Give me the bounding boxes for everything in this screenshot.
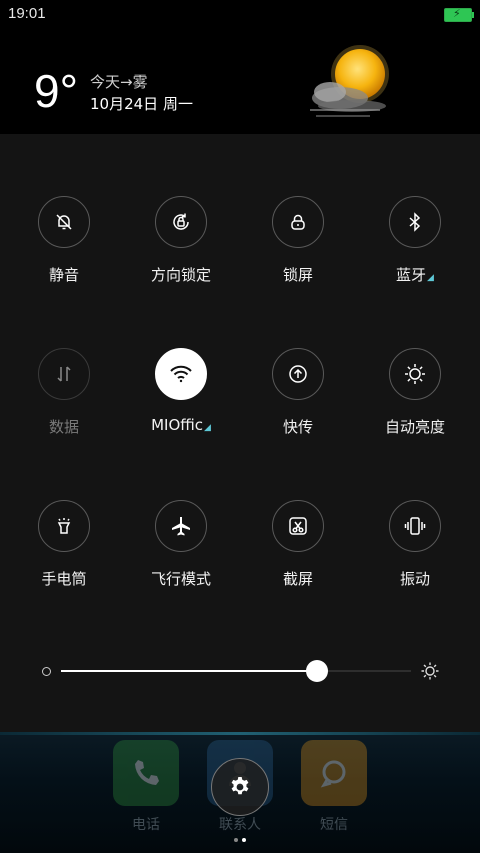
toggle-label: 快传 <box>282 418 313 436</box>
fog-weather-icon <box>300 36 400 126</box>
brightness-slider[interactable] <box>36 660 446 684</box>
toggle-label: 静音 <box>48 266 79 284</box>
toggle-flashlight[interactable]: 手电筒 <box>6 500 122 610</box>
status-bar: 19:01 ⚡ <box>0 0 480 28</box>
mobile-data-icon <box>38 348 90 400</box>
dock-divider <box>0 732 480 735</box>
wifi-icon <box>155 348 207 400</box>
brightness-fill <box>61 670 317 672</box>
status-time: 19:01 <box>8 5 46 22</box>
toggle-vibrate[interactable]: 振动 <box>357 500 473 610</box>
message-app-icon[interactable] <box>301 740 367 806</box>
phone-app-icon[interactable] <box>113 740 179 806</box>
quick-settings-panel: 静音 方向锁定 锁屏 蓝牙◢ 数据 MIOffic◢ 快传 自动亮度 手电筒 飞… <box>0 134 480 732</box>
toggle-screenshot[interactable]: 截屏 <box>240 500 356 610</box>
toggle-rotation-lock[interactable]: 方向锁定 <box>123 196 239 306</box>
auto-brightness-icon <box>389 348 441 400</box>
screenshot-icon <box>272 500 324 552</box>
toggle-auto-brightness[interactable]: 自动亮度 <box>357 348 473 458</box>
menu-indicator-icon: ◢ <box>427 273 434 283</box>
page-dot-active <box>242 838 246 842</box>
gear-icon <box>231 777 249 795</box>
toggle-label: 方向锁定 <box>150 266 211 284</box>
toggle-mute[interactable]: 静音 <box>6 196 122 306</box>
page-dot <box>234 838 238 842</box>
settings-button[interactable] <box>211 758 269 816</box>
toggle-label: 蓝牙◢ <box>396 266 434 284</box>
weather-header[interactable]: 9° 今天→雾 10月24日 周一 <box>0 28 480 134</box>
toggle-label: 振动 <box>399 570 430 588</box>
toggle-label: 自动亮度 <box>384 418 445 436</box>
brightness-high-icon <box>420 661 440 685</box>
battery-icon: ⚡ <box>444 7 474 22</box>
toggle-lock-screen[interactable]: 锁屏 <box>240 196 356 306</box>
app-label: 电话 <box>132 817 160 833</box>
app-label: 短信 <box>320 817 348 833</box>
toggle-label: 数据 <box>48 418 79 436</box>
toggle-label: MIOffic◢ <box>151 416 211 434</box>
toggle-label: 截屏 <box>282 570 313 588</box>
toggle-mobile-data[interactable]: 数据 <box>6 348 122 458</box>
airplane-icon <box>155 500 207 552</box>
toggle-airplane-mode[interactable]: 飞行模式 <box>123 500 239 610</box>
quick-transfer-icon <box>272 348 324 400</box>
brightness-low-icon <box>42 667 51 676</box>
toggle-label: 锁屏 <box>282 266 313 284</box>
menu-indicator-icon: ◢ <box>204 423 211 433</box>
weather-date: 10月24日 周一 <box>90 95 193 113</box>
bell-off-icon <box>38 196 90 248</box>
toggle-quick-transfer[interactable]: 快传 <box>240 348 356 458</box>
lock-icon <box>272 196 324 248</box>
temperature: 9° <box>34 65 78 117</box>
bluetooth-icon <box>389 196 441 248</box>
toggle-label: 手电筒 <box>41 570 87 588</box>
toggle-wifi[interactable]: MIOffic◢ <box>123 348 239 458</box>
vibrate-icon <box>389 500 441 552</box>
rotation-lock-icon <box>155 196 207 248</box>
weather-condition: 今天→雾 <box>90 73 148 91</box>
toggle-bluetooth[interactable]: 蓝牙◢ <box>357 196 473 306</box>
toggle-label: 飞行模式 <box>150 570 211 588</box>
page-indicator <box>232 827 248 846</box>
brightness-thumb[interactable] <box>305 660 328 682</box>
flashlight-icon <box>38 500 90 552</box>
